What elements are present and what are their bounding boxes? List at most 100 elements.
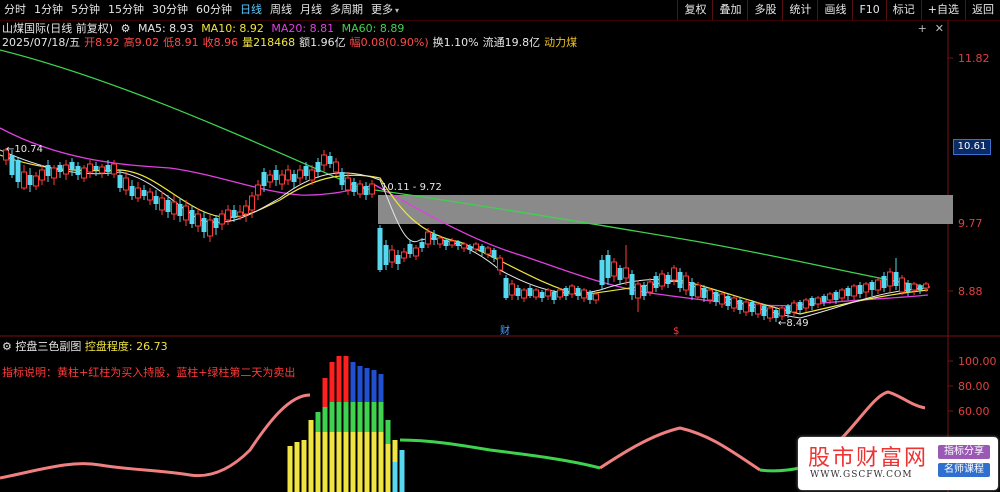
candle-body [231,210,237,218]
candle-body [285,169,291,181]
candle-body [15,160,21,182]
sub-y-axis: 100.00 80.00 60.00 [948,355,997,418]
candle-body [395,255,401,264]
candle-body [479,246,485,252]
candle-body [851,285,857,297]
candle-body [863,283,869,293]
control-bars [287,356,405,492]
candle-body [581,289,587,299]
candle-body [503,278,509,298]
control-bar [308,420,314,452]
candle-body [845,288,851,296]
control-bar [350,432,356,492]
candle-body [917,286,923,290]
control-bar [385,420,391,444]
finance-marker[interactable]: 财 [500,324,510,337]
candle-body [213,218,219,228]
candle-body [159,197,165,211]
candle-body [69,162,75,170]
control-bar [294,442,300,492]
candle-body [189,210,195,224]
control-bar [364,402,370,432]
candle-body [641,285,647,296]
candle-body [575,288,581,296]
candle-body [255,184,261,196]
candle-body [99,166,105,174]
control-bar [301,440,307,492]
candle-body [617,268,623,280]
candlesticks [3,148,929,322]
candle-body [291,174,297,182]
control-bar [336,402,342,432]
candle-body [177,204,183,216]
candle-body [821,296,827,302]
candle-body [279,174,285,185]
ma5-line [0,149,929,319]
candle-body [905,283,911,292]
control-bar [315,412,321,432]
candle-body [509,283,515,296]
watermark-url: WWW.GSCFW.COM [810,470,913,480]
candle-body [515,288,521,296]
ma60-line [0,49,931,288]
candle-body [105,165,111,172]
control-line-pink-b [599,426,761,472]
chart-canvas: 11.82 9.77 8.88 ←10.74 10.11 - 9.72 ←8.4… [0,20,1000,492]
candle-body [201,218,207,232]
candle-body [219,213,225,225]
candle-body [737,300,743,310]
control-bar [322,407,328,432]
candle-body [485,247,491,255]
candle-body [81,167,87,179]
candle-body [473,243,479,250]
candle-body [183,205,189,221]
candle-body [815,297,821,305]
candle-body [803,299,809,309]
candle-body [839,289,845,299]
candle-body [521,289,527,299]
candle-body [707,289,713,301]
control-bar [336,356,342,402]
candle-body [249,195,255,211]
y-label-mid: 9.77 [958,217,983,230]
candle-body [593,293,599,301]
candle-body [75,166,81,175]
control-bar [357,432,363,492]
candle-body [369,183,375,195]
candle-body [767,307,773,319]
candle-body [147,191,153,201]
control-bar [343,402,349,432]
candle-body [539,292,545,298]
sub-settings-icon[interactable]: ⚙ [2,340,12,353]
candle-body [339,172,345,185]
candle-body [401,251,407,259]
candle-body [713,292,719,302]
candle-body [695,284,701,298]
control-bar [322,432,328,492]
candle-body [785,306,791,314]
candle-body [207,219,213,237]
candle-body [443,240,449,246]
control-line [0,390,926,480]
candle-body [659,273,665,287]
candle-body [21,171,27,189]
candle-body [599,260,605,285]
candle-body [527,288,533,296]
control-bar [350,402,356,432]
candle-body [123,177,129,191]
control-line-pink-a [0,393,311,480]
control-bar [350,362,356,402]
candle-body [557,289,563,298]
candle-body [749,302,755,312]
candle-body [171,201,177,215]
candle-body [725,296,731,306]
indicator-description: 指标说明：黄柱+红柱为买入持股，蓝柱+绿柱第二天为卖出 [2,366,296,379]
control-bar [399,450,405,492]
dividend-marker[interactable]: $ [673,326,679,337]
candle-body [27,175,33,185]
sub-chart-title[interactable]: 控盘三色副图 [15,340,81,353]
control-bar [315,432,321,492]
control-bar [378,432,384,492]
candle-body [377,228,383,270]
control-bar [378,402,384,432]
